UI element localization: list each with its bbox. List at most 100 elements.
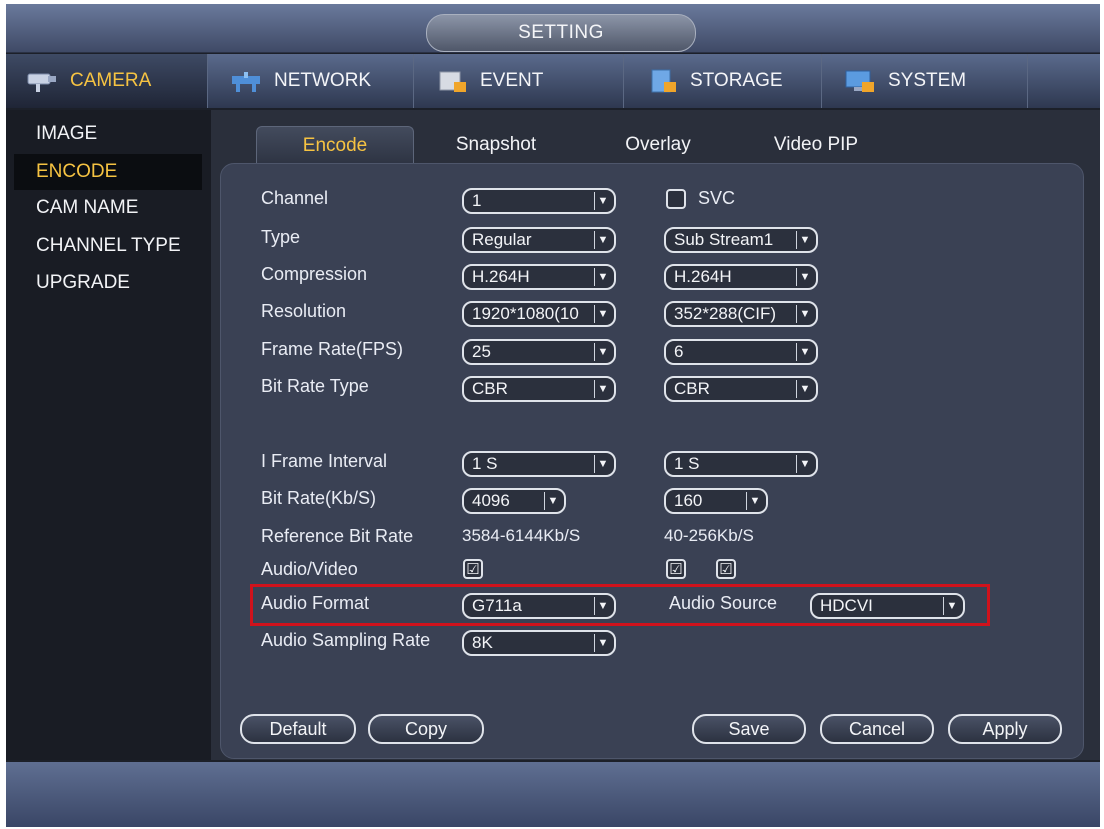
bottom-bar <box>6 762 1100 827</box>
i-frame-sub-value: 1 S <box>674 454 700 473</box>
i-frame-sub-select[interactable]: 1 S ▼ <box>664 451 818 477</box>
bit-rate-main-select[interactable]: 4096 ▼ <box>462 488 566 514</box>
resolution-sub-select[interactable]: 352*288(CIF) ▼ <box>664 301 818 327</box>
sidebar-item-image[interactable]: IMAGE <box>14 116 202 152</box>
menu-system[interactable]: SYSTEM <box>824 54 1028 108</box>
audio-source-select[interactable]: HDCVI ▼ <box>810 593 965 619</box>
frame-rate-sub-value: 6 <box>674 342 684 361</box>
tab-video-pip[interactable]: Video PIP <box>756 126 876 164</box>
tab-snapshot[interactable]: Snapshot <box>436 126 556 164</box>
menu-network[interactable]: NETWORK <box>210 54 414 108</box>
resolution-sub-value: 352*288(CIF) <box>674 304 777 323</box>
menu-event[interactable]: EVENT <box>416 54 624 108</box>
main-menu: CAMERA NETWORK EVENT STORAGE SYSTEM <box>6 54 1100 108</box>
compression-main-value: H.264H <box>472 267 530 286</box>
window-title: SETTING <box>426 14 696 52</box>
audio-video-sub1-checkbox[interactable]: ☑ <box>666 559 686 579</box>
frame-rate-main-value: 25 <box>472 342 491 361</box>
i-frame-main-select[interactable]: 1 S ▼ <box>462 451 616 477</box>
cancel-button[interactable]: Cancel <box>820 714 934 744</box>
copy-button[interactable]: Copy <box>368 714 484 744</box>
sidebar-item-upgrade[interactable]: UPGRADE <box>14 265 202 301</box>
compression-sub-select[interactable]: H.264H ▼ <box>664 264 818 290</box>
bit-rate-type-main-select[interactable]: CBR ▼ <box>462 376 616 402</box>
type-main-select[interactable]: Regular ▼ <box>462 227 616 253</box>
type-label: Type <box>261 227 301 247</box>
sidebar-item-cam-name[interactable]: CAM NAME <box>14 190 202 226</box>
menu-event-label: EVENT <box>480 70 544 91</box>
chevron-down-icon: ▼ <box>594 455 611 473</box>
type-sub-select[interactable]: Sub Stream1 ▼ <box>664 227 818 253</box>
apply-button[interactable]: Apply <box>948 714 1062 744</box>
bit-rate-main-value: 4096 <box>472 491 510 510</box>
chevron-down-icon: ▼ <box>746 492 763 510</box>
sidebar-item-channel-type[interactable]: CHANNEL TYPE <box>14 228 202 264</box>
chevron-down-icon: ▼ <box>796 305 813 323</box>
audio-source-label: Audio Source <box>669 593 778 613</box>
sidebar: IMAGE ENCODE CAM NAME CHANNEL TYPE UPGRA… <box>6 110 211 760</box>
chevron-down-icon: ▼ <box>796 343 813 361</box>
chevron-down-icon: ▼ <box>594 597 611 615</box>
chevron-down-icon: ▼ <box>544 492 561 510</box>
frame-rate-sub-select[interactable]: 6 ▼ <box>664 339 818 365</box>
resolution-main-value: 1920*1080(10 <box>472 304 579 323</box>
bit-rate-type-label: Bit Rate Type <box>261 376 369 396</box>
compression-label: Compression <box>261 264 368 284</box>
chevron-down-icon: ▼ <box>594 380 611 398</box>
chevron-down-icon: ▼ <box>594 192 611 210</box>
audio-video-sub2-checkbox[interactable]: ☑ <box>716 559 736 579</box>
reference-bit-rate-label: Reference Bit Rate <box>261 526 414 546</box>
resolution-label: Resolution <box>261 301 347 321</box>
event-icon <box>434 68 470 94</box>
audio-video-main-checkbox[interactable]: ☑ <box>463 559 483 579</box>
audio-sampling-label: Audio Sampling Rate <box>261 630 431 650</box>
menu-system-label: SYSTEM <box>888 70 967 91</box>
audio-sampling-select[interactable]: 8K ▼ <box>462 630 616 656</box>
type-main-value: Regular <box>472 230 532 249</box>
sidebar-item-encode[interactable]: ENCODE <box>14 154 202 190</box>
compression-main-select[interactable]: H.264H ▼ <box>462 264 616 290</box>
bit-rate-type-sub-select[interactable]: CBR ▼ <box>664 376 818 402</box>
tab-encode[interactable]: Encode <box>256 126 414 165</box>
save-button[interactable]: Save <box>692 714 806 744</box>
compression-sub-value: H.264H <box>674 267 732 286</box>
audio-format-value: G711a <box>472 596 522 615</box>
reference-bit-rate-main: 3584-6144Kb/S <box>462 526 581 545</box>
channel-label: Channel <box>261 188 329 208</box>
bit-rate-sub-value: 160 <box>674 491 703 510</box>
network-icon <box>228 68 264 94</box>
default-button[interactable]: Default <box>240 714 356 744</box>
title-bar: SETTING <box>6 4 1100 53</box>
svc-checkbox[interactable] <box>666 189 686 209</box>
frame-rate-label: Frame Rate(FPS) <box>261 339 404 359</box>
menu-network-label: NETWORK <box>274 70 372 91</box>
chevron-down-icon: ▼ <box>594 268 611 286</box>
frame-rate-main-select[interactable]: 25 ▼ <box>462 339 616 365</box>
svc-label: SVC <box>698 188 736 208</box>
chevron-down-icon: ▼ <box>594 343 611 361</box>
channel-value: 1 <box>472 191 482 210</box>
i-frame-main-value: 1 S <box>472 454 498 473</box>
chevron-down-icon: ▼ <box>594 634 611 652</box>
menu-camera-label: CAMERA <box>70 70 152 91</box>
channel-select[interactable]: 1 ▼ <box>462 188 616 214</box>
chevron-down-icon: ▼ <box>594 305 611 323</box>
audio-video-label: Audio/Video <box>261 559 358 579</box>
chevron-down-icon: ▼ <box>796 380 813 398</box>
resolution-main-select[interactable]: 1920*1080(10 ▼ <box>462 301 616 327</box>
audio-format-select[interactable]: G711a ▼ <box>462 593 616 619</box>
menu-storage[interactable]: STORAGE <box>626 54 822 108</box>
reference-bit-rate-sub: 40-256Kb/S <box>664 526 754 545</box>
system-icon <box>842 68 878 94</box>
chevron-down-icon: ▼ <box>594 231 611 249</box>
menu-camera[interactable]: CAMERA <box>6 54 208 108</box>
chevron-down-icon: ▼ <box>796 455 813 473</box>
menu-storage-label: STORAGE <box>690 70 783 91</box>
audio-format-label: Audio Format <box>261 593 370 613</box>
type-sub-value: Sub Stream1 <box>674 230 774 249</box>
audio-sampling-value: 8K <box>472 633 493 652</box>
chevron-down-icon: ▼ <box>943 597 960 615</box>
bit-rate-sub-select[interactable]: 160 ▼ <box>664 488 768 514</box>
tab-overlay[interactable]: Overlay <box>606 126 710 164</box>
bit-rate-type-sub-value: CBR <box>674 379 710 398</box>
